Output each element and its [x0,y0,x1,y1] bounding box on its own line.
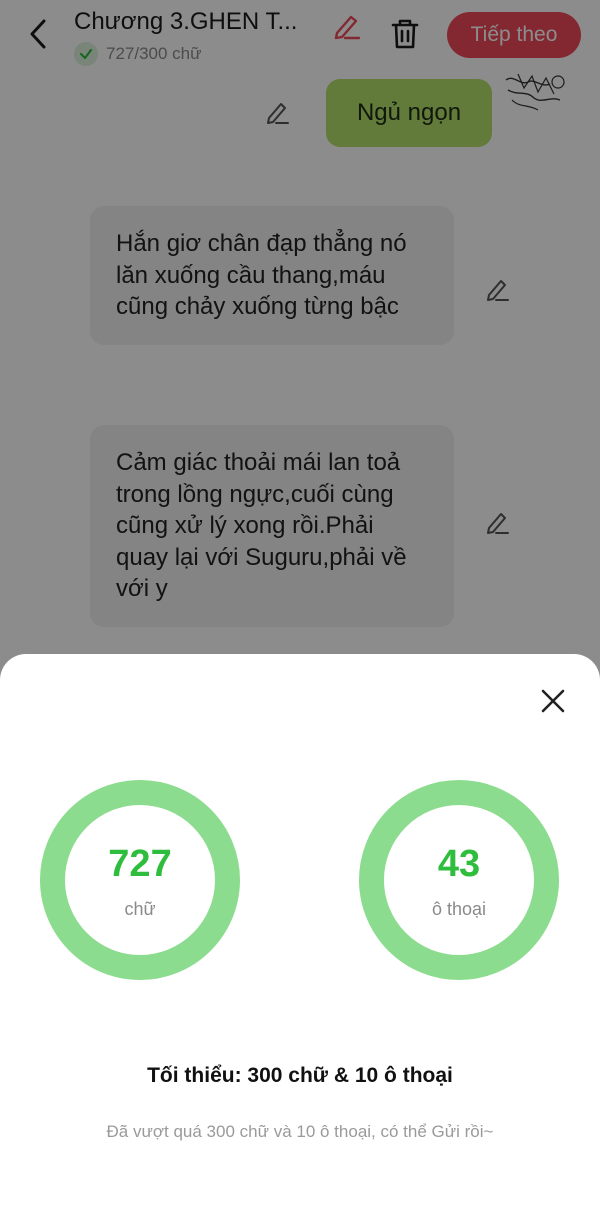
close-button[interactable] [534,682,572,720]
editor-screen: Chương 3.GHEN T... 727/300 chữ Tiếp theo [0,0,600,1208]
word-count-value: 727 [108,843,172,885]
requirement-hint: Đã vượt quá 300 chữ và 10 ô thoại, có th… [106,1122,494,1141]
minimum-requirement: Tối thiểu: 300 chữ & 10 ô thoại [147,1064,453,1087]
word-count-ring: 727 chữ [40,780,240,980]
dialogue-count-value: 43 [437,843,481,885]
stats-bottom-sheet: 727 chữ 43 ô thoại Tối thiểu: 300 chữ & … [0,654,600,1208]
close-icon [541,689,565,713]
dialogue-count-label: ô thoại [431,899,487,919]
word-count-label: chữ [124,899,156,919]
dialogue-count-ring: 43 ô thoại [359,780,559,980]
